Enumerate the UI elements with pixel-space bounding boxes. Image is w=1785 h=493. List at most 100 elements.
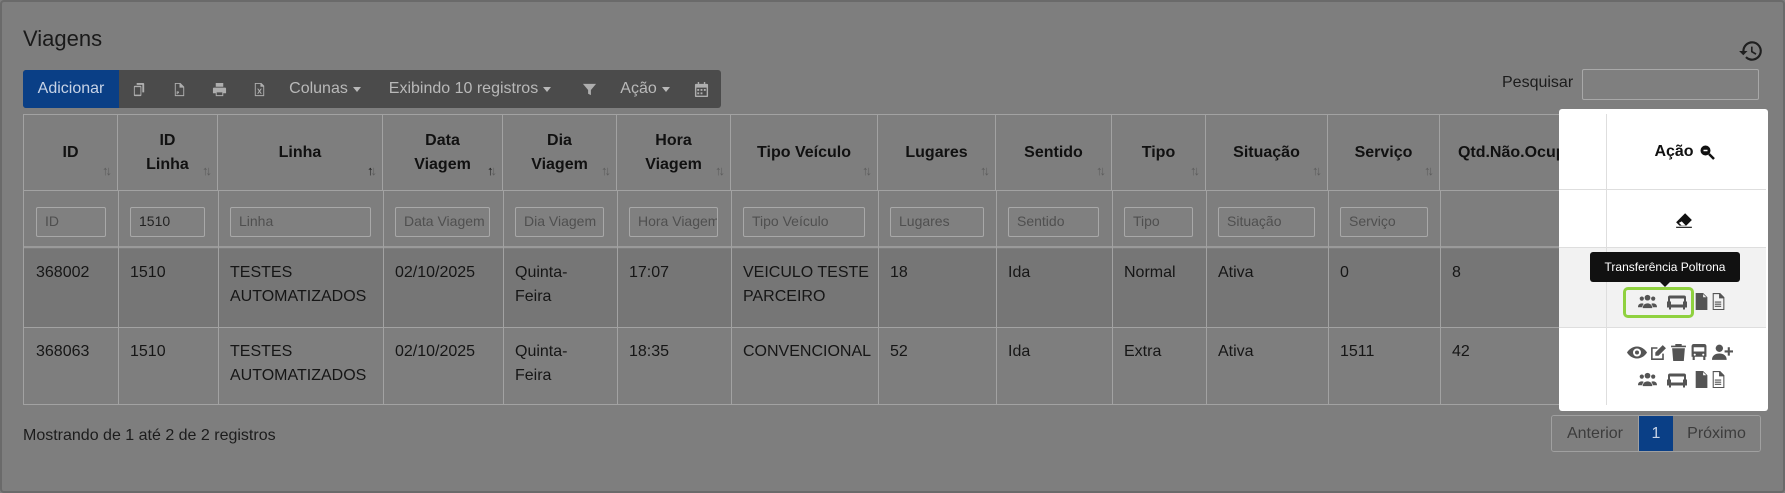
filter-tipo[interactable]: Tipo (1124, 207, 1193, 237)
cell-situacao: Ativa (1218, 343, 1254, 360)
page-title: Viagens (23, 26, 103, 51)
filter-lugares[interactable]: Lugares (890, 207, 984, 237)
pdf-icon[interactable] (159, 70, 199, 108)
calendar-icon[interactable] (681, 70, 721, 108)
cell-tipo-veiculo: CONVENCIONAL (743, 343, 872, 360)
search-label: Pesquisar (1502, 74, 1574, 91)
chevron-down-icon (352, 86, 361, 92)
records-info: Mostrando de 1 até 2 de 2 registros (23, 427, 276, 444)
cell-lugares: 18 (890, 264, 908, 281)
filter-sentido[interactable]: Sentido (1008, 207, 1099, 237)
filter-tipo-veiculo[interactable]: Tipo Veículo (743, 207, 865, 237)
header-linha[interactable]: Linha ↑↓ (218, 115, 383, 190)
row-divider (1559, 189, 1766, 190)
cell-tipo: Extra (1124, 343, 1162, 360)
column-divider (218, 190, 219, 405)
page-size-dropdown[interactable]: Exibindo 10 registros (371, 70, 569, 108)
document-icon[interactable] (1694, 293, 1708, 310)
filter-id[interactable]: ID (36, 207, 106, 237)
file-icon[interactable] (1711, 371, 1725, 388)
cell-id: 368063 (36, 343, 90, 360)
cell-situacao: Ativa (1218, 264, 1254, 281)
header-servico[interactable]: Serviço ↑↓ (1328, 115, 1440, 190)
file-icon[interactable] (1711, 293, 1725, 310)
header-sentido[interactable]: Sentido ↑↓ (996, 115, 1112, 190)
header-acao[interactable]: Ação (1607, 114, 1762, 189)
trips-table: ID ↑↓ ID Linha ↑↓ Linha ↑↓ Data Viagem ↑↓ Dia V… (23, 114, 1611, 405)
filter-data-viagem[interactable]: Data Viagem (395, 207, 490, 237)
page-size-label: Exibindo 10 registros (388, 80, 539, 97)
focus-highlight (1623, 287, 1694, 318)
trash-icon[interactable] (1671, 344, 1686, 361)
toolbar: Adicionar Colunas Exibindo 10 registros … (23, 70, 721, 108)
cell-dia-viagem: Quinta- Feira (515, 343, 568, 384)
cell-linha: TESTES AUTOMATIZADOS (230, 264, 367, 305)
print-icon[interactable] (199, 70, 239, 108)
table-row[interactable]: 368002 1510 TESTES AUTOMATIZADOS 02/10/20… (24, 249, 1610, 328)
column-divider (731, 190, 732, 405)
column-divider (1440, 190, 1441, 405)
action-dropdown[interactable]: Ação (609, 70, 681, 108)
cell-data-viagem: 02/10/2025 (395, 343, 476, 360)
excel-icon[interactable] (239, 70, 279, 108)
column-divider (1328, 190, 1329, 405)
eraser-icon[interactable] (1675, 212, 1693, 228)
eye-icon[interactable] (1627, 344, 1647, 361)
row-divider (1559, 247, 1766, 248)
cell-data-viagem: 02/10/2025 (395, 264, 476, 281)
header-hora-viagem[interactable]: Hora Viagem ↑↓ (617, 115, 731, 190)
cell-id: 368002 (36, 264, 90, 281)
header-tipo-veiculo[interactable]: Tipo Veículo ↑↓ (731, 115, 878, 190)
filter-dia-viagem[interactable]: Dia Viagem (515, 207, 604, 237)
sort-icon: ↑↓ (862, 163, 872, 178)
previous-page-button[interactable]: Anterior (1552, 416, 1639, 451)
column-divider (118, 190, 119, 405)
page-1-button[interactable]: 1 (1639, 416, 1673, 451)
header-situacao[interactable]: Situação ↑↓ (1206, 115, 1328, 190)
document-icon[interactable] (1694, 371, 1708, 388)
add-user-icon[interactable] (1712, 344, 1733, 361)
cell-qtd-nao-ocupada: 42 (1452, 343, 1470, 360)
users-icon[interactable] (1638, 371, 1657, 388)
filter-servico[interactable]: Serviço (1340, 207, 1428, 237)
filter-icon[interactable] (569, 70, 609, 108)
cell-sentido: Ida (1008, 264, 1031, 281)
copy-icon[interactable] (119, 70, 159, 108)
bus-icon[interactable] (1690, 344, 1708, 361)
cell-sentido: Ida (1008, 343, 1031, 360)
header-dia-viagem[interactable]: Dia Viagem ↑↓ (503, 115, 617, 190)
sort-icon: ↑↓ (601, 163, 611, 178)
filter-linha[interactable]: Linha (230, 207, 371, 237)
edit-icon[interactable] (1650, 344, 1667, 361)
filter-situacao[interactable]: Situação (1218, 207, 1315, 237)
search-input[interactable] (1582, 69, 1759, 100)
filter-id-linha[interactable]: 1510 (130, 207, 205, 237)
column-divider (1206, 190, 1207, 405)
column-divider (503, 190, 504, 405)
filter-hora-viagem[interactable]: Hora Viagem (629, 207, 718, 237)
header-id-linha[interactable]: ID Linha ↑↓ (118, 115, 218, 190)
header-lugares[interactable]: Lugares ↑↓ (878, 115, 996, 190)
cell-hora-viagem: 18:35 (629, 343, 670, 360)
add-button[interactable]: Adicionar (23, 70, 119, 108)
column-divider (1112, 190, 1113, 405)
sort-icon: ↑↓ (1424, 163, 1434, 178)
header-id[interactable]: ID ↑↓ (24, 115, 118, 190)
sort-icon: ↑↓ (202, 163, 212, 178)
cell-qtd-nao-ocupada: 8 (1452, 264, 1461, 281)
column-divider (996, 190, 997, 405)
cell-dia-viagem: Quinta- Feira (515, 264, 568, 305)
next-page-button[interactable]: Próximo (1673, 416, 1760, 451)
seat-transfer-icon[interactable] (1666, 371, 1688, 388)
history-icon[interactable] (1738, 38, 1764, 64)
table-row[interactable]: 368063 1510 TESTES AUTOMATIZADOS 02/10/20… (24, 328, 1610, 406)
column-divider (878, 190, 879, 405)
cell-id-linha: 1510 (130, 343, 166, 360)
search-icon[interactable] (1699, 144, 1715, 160)
header-data-viagem[interactable]: Data Viagem ↑↓ (383, 115, 503, 190)
header-tipo[interactable]: Tipo ↑↓ (1112, 115, 1206, 190)
columns-dropdown[interactable]: Colunas (279, 70, 371, 108)
sort-icon: ↑↓ (102, 163, 112, 178)
column-divider (617, 190, 618, 405)
sort-icon: ↑↓ (715, 163, 725, 178)
